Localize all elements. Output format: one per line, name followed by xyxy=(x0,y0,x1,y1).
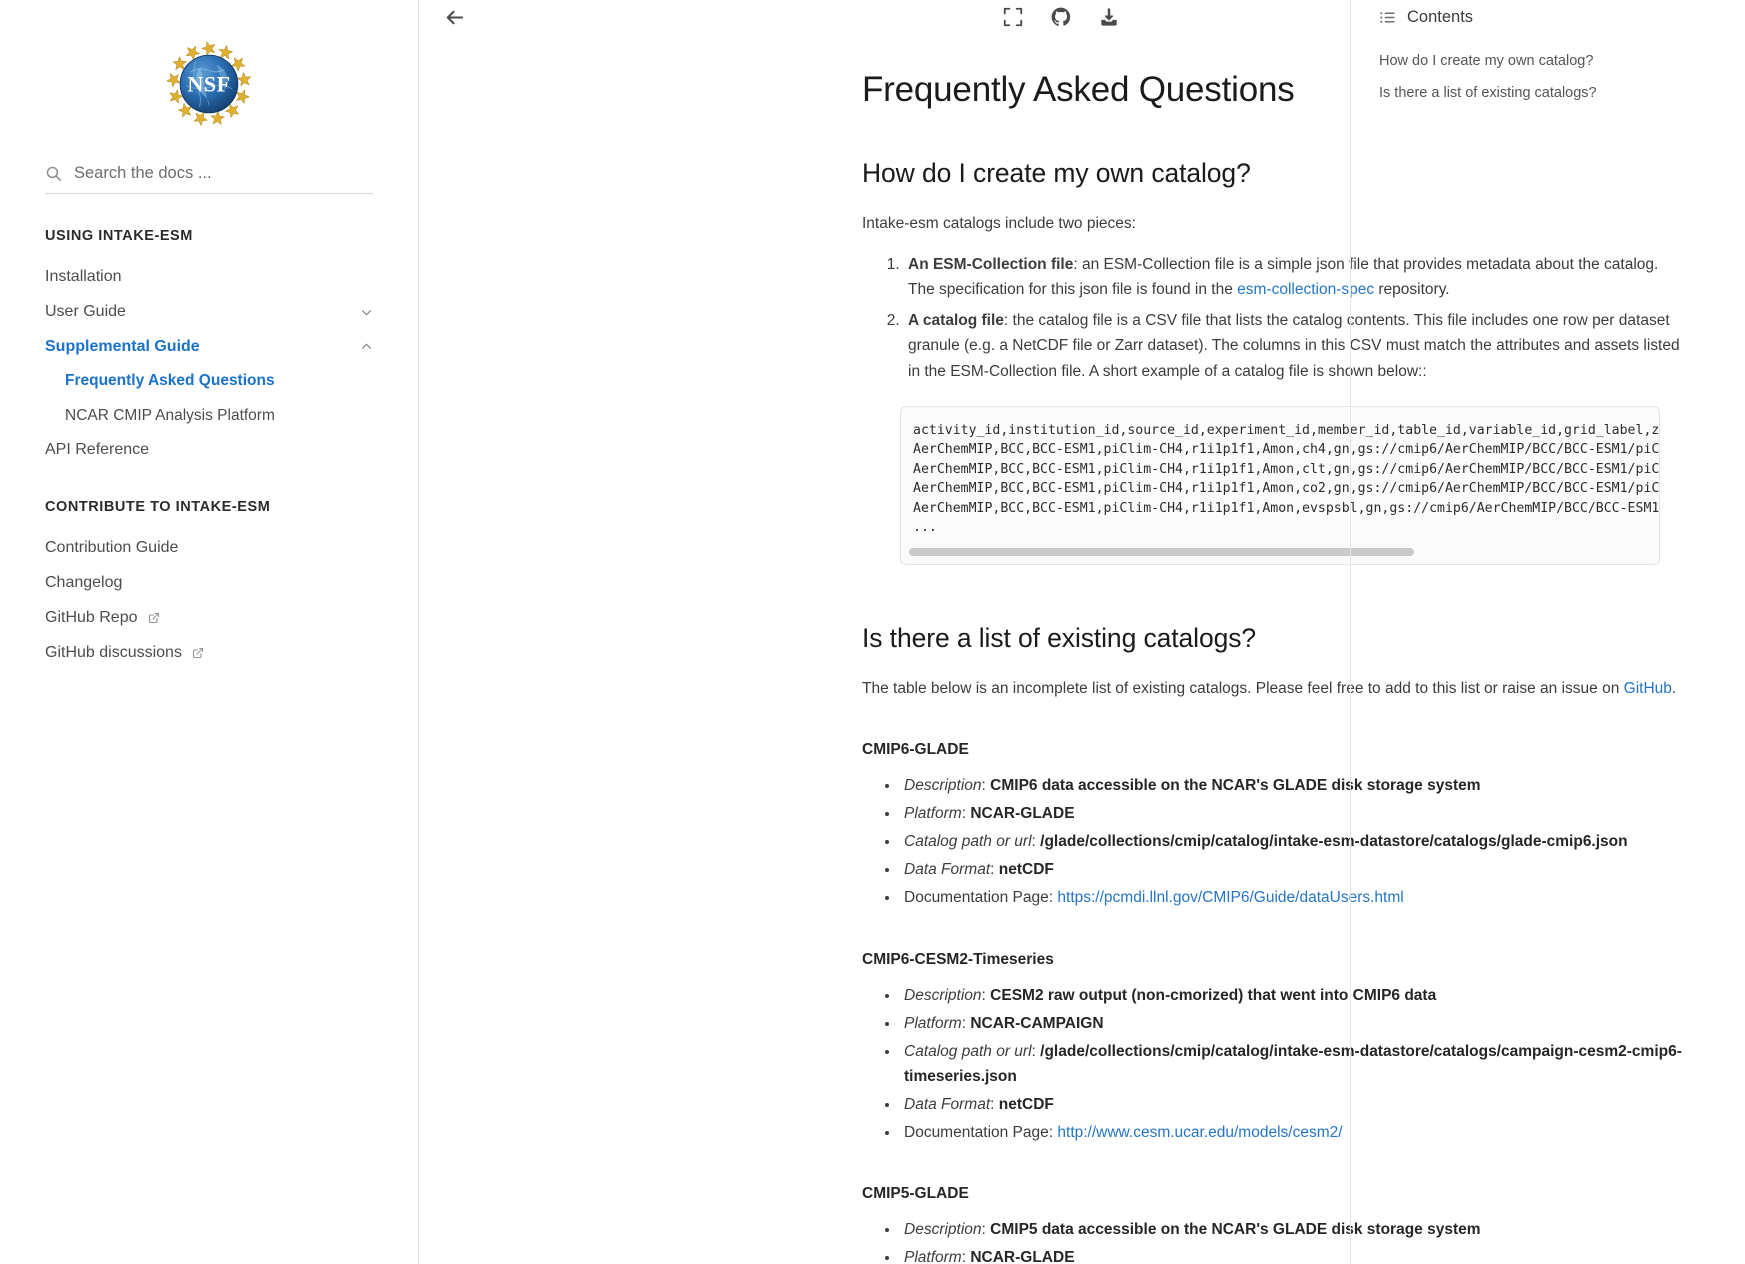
contents-item[interactable]: How do I create my own catalog? xyxy=(1379,46,1721,78)
external-link-icon xyxy=(192,648,204,659)
list-icon xyxy=(1380,11,1395,23)
sidebar-item-label: API Reference xyxy=(45,440,150,458)
catalog-field-label: Documentation Page xyxy=(904,889,1049,907)
search-icon xyxy=(46,166,62,182)
back-arrow-icon[interactable] xyxy=(443,6,466,29)
sidebar-item-changelog[interactable]: Changelog xyxy=(45,566,373,601)
nav-group-using: Installation User Guide Supplemental Guide… xyxy=(45,260,373,467)
page-root: NSF USING INTAKE-ESM Installation User Gu… xyxy=(0,0,1745,1264)
sidebar-item-label: Changelog xyxy=(45,574,123,592)
logo-container[interactable]: NSF xyxy=(0,0,418,138)
sidebar-item-github-discussions[interactable]: GitHub discussions xyxy=(45,636,373,671)
code-scrollbar-thumb[interactable] xyxy=(909,547,1414,556)
catalog-field-value: NCAR-CAMPAIGN xyxy=(970,1014,1104,1032)
catalog-field-label: Platform xyxy=(904,1249,962,1264)
nav-caption-contribute: CONTRIBUTE TO INTAKE-ESM xyxy=(45,499,271,516)
catalog-field-label: Platform xyxy=(904,805,962,823)
nsf-logo-icon: NSF xyxy=(166,40,252,127)
search-input[interactable] xyxy=(74,164,373,183)
fullscreen-icon[interactable] xyxy=(1002,6,1024,28)
toolbar-left xyxy=(443,6,466,29)
catalog-piece-term: A catalog file xyxy=(908,312,1004,330)
contents-header: Contents xyxy=(1379,0,1721,34)
catalog-field-value: netCDF xyxy=(998,861,1054,879)
sidebar-item-label: Installation xyxy=(45,268,122,285)
nav-group-contribute: Contribution Guide Changelog GitHub Repo Gi… xyxy=(45,531,373,670)
nav-caption-using: USING INTAKE-ESM xyxy=(45,228,193,244)
sidebar-item-github-repo[interactable]: GitHub Repo xyxy=(45,601,373,636)
sidebar: NSF USING INTAKE-ESM Installation User Gu… xyxy=(0,0,419,1264)
search-container[interactable] xyxy=(45,164,373,194)
external-link-icon xyxy=(148,613,159,624)
toolbar-right xyxy=(1002,0,1120,34)
github-icon[interactable] xyxy=(1050,6,1072,28)
sidebar-nav: USING INTAKE-ESM Installation User Guide S… xyxy=(0,228,418,671)
catalog-field-label: Description xyxy=(904,1221,982,1239)
catalog-field-label: Data Format xyxy=(904,861,991,879)
sidebar-item-contribution-guide[interactable]: Contribution Guide xyxy=(45,531,373,566)
main-column: Frequently Asked Questions How do I crea… xyxy=(419,0,1745,1264)
chevron-up-icon[interactable] xyxy=(360,340,373,353)
catalog-field-label: Data Format xyxy=(904,1095,991,1113)
sidebar-item-user-guide[interactable]: User Guide xyxy=(45,295,373,330)
sidebar-item-label: GitHub Repo xyxy=(45,608,160,629)
sidebar-item-label: Supplemental Guide xyxy=(45,337,200,355)
svg-text:NSF: NSF xyxy=(187,72,230,97)
catalog-field-label: Catalog path or url xyxy=(904,1042,1032,1060)
catalog-documentation-link[interactable]: http://www.cesm.ucar.edu/models/cesm2/ xyxy=(1057,1124,1342,1141)
catalog-field-label: Documentation Page xyxy=(904,1124,1049,1142)
catalog-field-label: Platform xyxy=(904,1014,962,1032)
contents-panel: Contents How do I create my own catalog?… xyxy=(1350,0,1745,1264)
catalog-field-label: Catalog path or url xyxy=(904,833,1032,851)
catalog-field-label: Description xyxy=(904,986,982,1004)
chevron-down-icon[interactable] xyxy=(360,306,373,319)
sidebar-item-installation[interactable]: Installation xyxy=(45,260,373,295)
sidebar-item-label: Contribution Guide xyxy=(45,539,179,557)
catalog-field-value: NCAR-GLADE xyxy=(970,805,1075,823)
sidebar-item-frequently-asked-questions[interactable]: Frequently Asked Questions xyxy=(45,364,373,398)
catalog-field-value: netCDF xyxy=(998,1095,1054,1113)
contents-item[interactable]: Is there a list of existing catalogs? xyxy=(1379,78,1721,110)
catalog-field-value: NCAR-GLADE xyxy=(970,1249,1075,1264)
sidebar-item-label: User Guide xyxy=(45,302,126,320)
sidebar-item-api-reference[interactable]: API Reference xyxy=(45,433,373,468)
catalog-field-label: Description xyxy=(904,776,982,794)
download-icon[interactable] xyxy=(1098,6,1120,28)
sidebar-item-label: GitHub discussions xyxy=(45,643,204,664)
catalog-piece-term: An ESM-Collection file xyxy=(908,256,1074,274)
contents-list: How do I create my own catalog? Is there … xyxy=(1379,46,1721,109)
sidebar-item-label: NCAR CMIP Analysis Platform xyxy=(65,406,275,424)
sidebar-item-label: Frequently Asked Questions xyxy=(65,372,275,390)
sidebar-item-ncar-cmip-analysis-platform[interactable]: NCAR CMIP Analysis Platform xyxy=(45,399,373,433)
sidebar-item-supplemental-guide[interactable]: Supplemental Guide xyxy=(45,330,373,365)
contents-title: Contents xyxy=(1407,7,1474,26)
